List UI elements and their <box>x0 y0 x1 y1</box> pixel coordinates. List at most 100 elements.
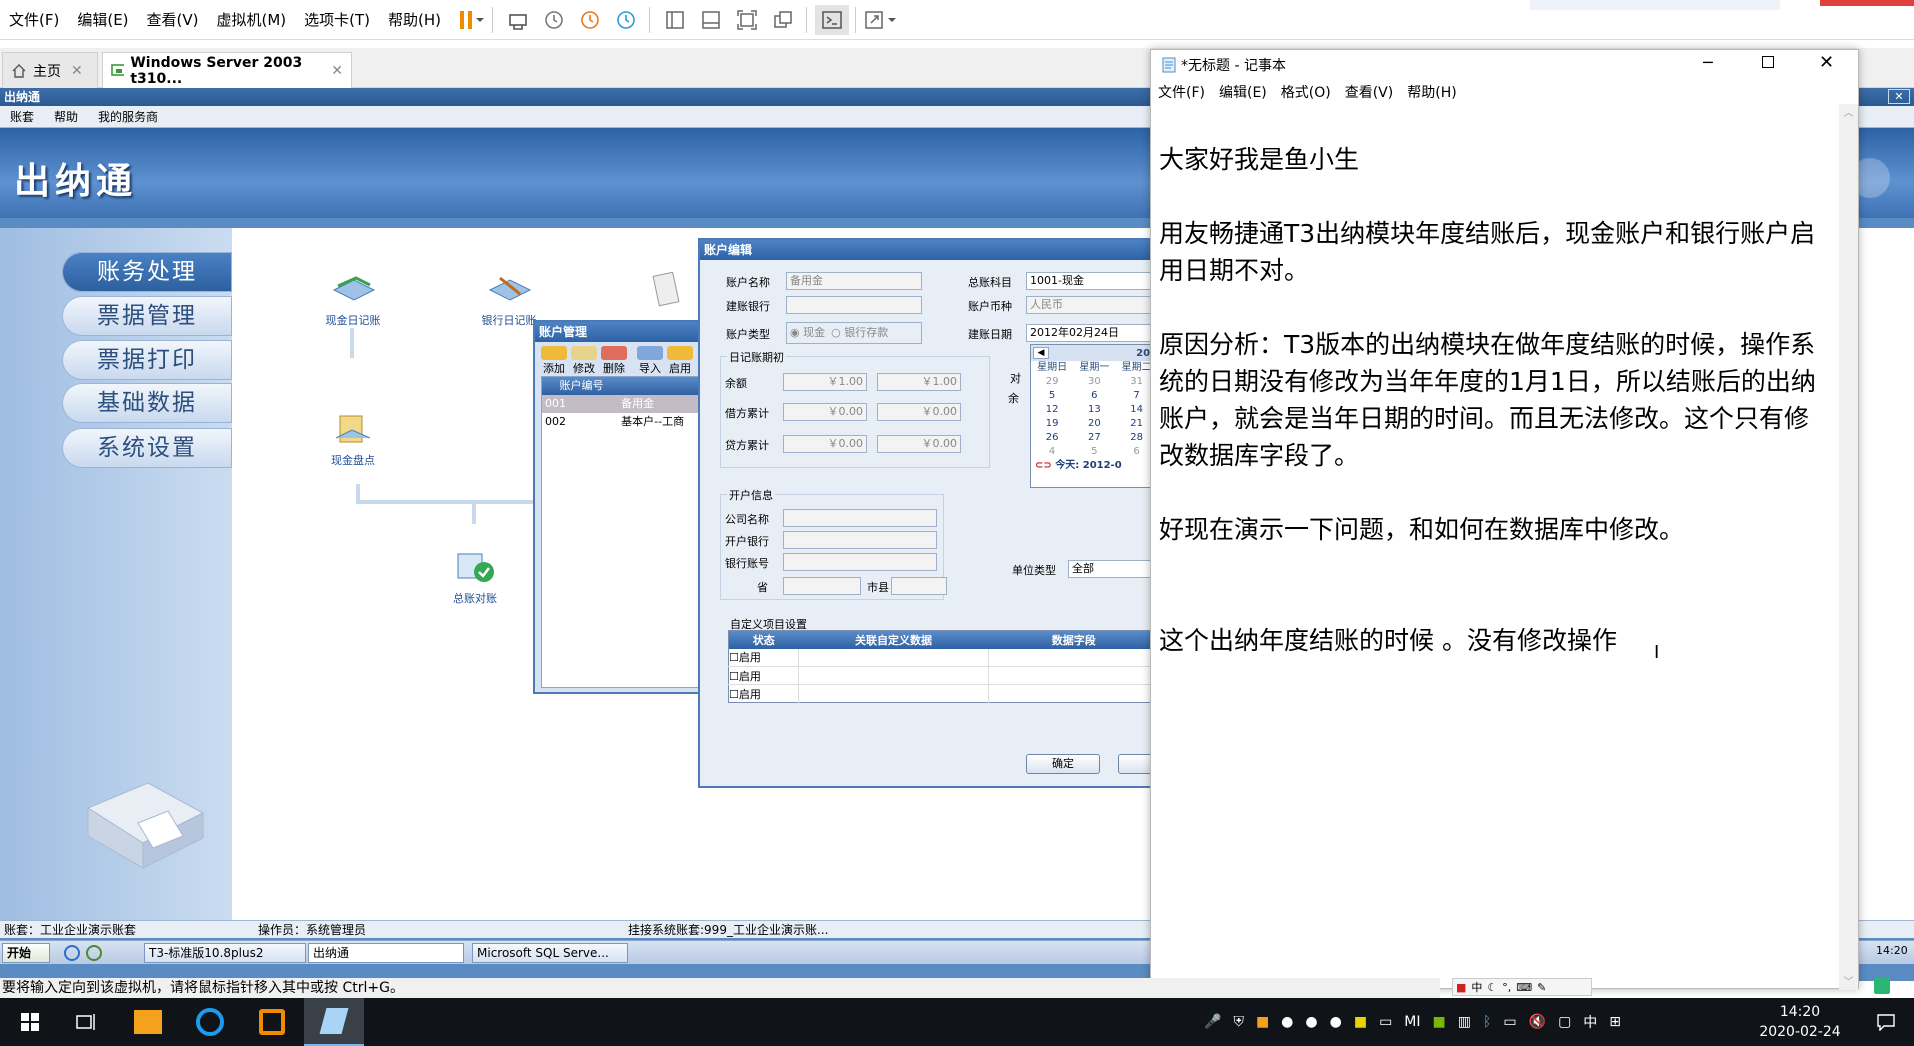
menu-item-provider[interactable]: 我的服务商 <box>88 108 168 125</box>
close-icon[interactable]: ✕ <box>331 63 343 79</box>
vm-client-icon[interactable] <box>242 998 302 1046</box>
cell-custom-data[interactable] <box>798 666 989 685</box>
enable-checkbox[interactable]: ☐启用 <box>729 667 799 685</box>
sidebar-toggle-icon[interactable] <box>658 5 692 35</box>
balance-field-2[interactable]: ￥1.00 <box>877 373 961 391</box>
city-field[interactable] <box>891 577 947 595</box>
notes-icon[interactable]: ■ <box>1354 1014 1367 1030</box>
enable-checkbox[interactable]: ☐启用 <box>729 685 799 703</box>
calendar-day[interactable]: 12 <box>1031 403 1073 417</box>
ime-switch-icon[interactable]: ⊞ <box>1609 1014 1621 1030</box>
send-ctrl-alt-del-icon[interactable] <box>501 5 535 35</box>
shield-icon[interactable]: ⛨ <box>1233 1014 1244 1030</box>
scroll-down-icon[interactable]: ﹀ <box>1839 973 1858 988</box>
delete-button[interactable]: 删除 <box>601 346 627 376</box>
pause-icon[interactable] <box>452 5 486 35</box>
edit-button[interactable]: 修改 <box>571 346 597 376</box>
menu-item-help[interactable]: 帮助 <box>44 108 88 125</box>
table-row[interactable]: ☐启用 <box>728 648 1160 667</box>
province-field[interactable] <box>783 577 861 595</box>
flow-reconcile[interactable]: 总账对账 <box>440 546 510 606</box>
radio-bank[interactable]: ○ 银行存款 <box>831 325 888 341</box>
windows-start-icon[interactable] <box>0 998 60 1046</box>
table-row[interactable]: 002 基本户--工商 <box>542 413 720 431</box>
notepad-taskbar-icon[interactable] <box>304 998 364 1046</box>
company-field[interactable] <box>783 509 937 527</box>
bank-field[interactable] <box>786 296 922 314</box>
calendar-day[interactable]: 27 <box>1073 431 1115 445</box>
menu-item-account-set[interactable]: 账套 <box>0 108 44 125</box>
calendar-day[interactable]: 26 <box>1031 431 1073 445</box>
mic-icon[interactable]: 🎤 <box>1204 1014 1221 1030</box>
app-close-icon[interactable]: ✕ <box>1888 89 1910 104</box>
enable-checkbox[interactable]: ☐启用 <box>729 649 799 667</box>
table-row[interactable]: ☐启用 <box>728 666 1160 685</box>
table-row[interactable]: 001 备用金 <box>542 395 720 413</box>
cell-data-field[interactable] <box>988 684 1160 703</box>
nvidia-icon[interactable]: ■ <box>1433 1014 1446 1030</box>
debit-field-2[interactable]: ￥0.00 <box>877 403 961 421</box>
table-row[interactable]: ☐启用 <box>729 684 1160 703</box>
bluetooth-icon[interactable]: ᛒ <box>1483 1014 1491 1030</box>
calendar-day[interactable]: 5 <box>1073 445 1115 459</box>
open-bank-field[interactable] <box>783 531 937 549</box>
close-icon[interactable]: ✕ <box>71 63 83 79</box>
menu-item-view[interactable]: 查看(V) <box>1338 82 1401 102</box>
menu-item-edit[interactable]: 编辑(E) <box>1212 82 1274 102</box>
sidebar-item-accounting[interactable]: 账务处理 <box>62 252 232 292</box>
snapshot-icon[interactable] <box>537 5 571 35</box>
balance-field-1[interactable]: ￥1.00 <box>783 373 867 391</box>
qq-icon[interactable]: ● <box>1305 1014 1317 1030</box>
cell-data-field[interactable] <box>988 648 1160 667</box>
vm-menu-view[interactable]: 查看(V) <box>138 9 208 30</box>
qq-icon[interactable]: ● <box>1281 1014 1293 1030</box>
battery-icon[interactable]: ▭ <box>1503 1014 1516 1030</box>
unity-icon[interactable] <box>766 5 800 35</box>
subject-field[interactable]: 1001-现金 <box>1026 272 1156 290</box>
console-view-icon[interactable] <box>815 4 850 35</box>
quick-launch-desktop-icon[interactable] <box>86 945 102 961</box>
mi-icon[interactable]: MI <box>1404 1014 1420 1030</box>
account-name-field[interactable]: 备用金 <box>786 272 922 290</box>
task-view-icon[interactable] <box>56 998 116 1046</box>
debit-field-1[interactable]: ￥0.00 <box>783 403 867 421</box>
scroll-up-icon[interactable]: ︿ <box>1839 104 1858 119</box>
add-button[interactable]: 添加 <box>541 346 567 376</box>
ime-toolbar[interactable]: ■ 中 ☾ °, ⌨ ✎ <box>1452 978 1592 996</box>
vm-menu-help[interactable]: 帮助(H) <box>379 9 450 30</box>
ime-tray-icon[interactable]: ▥ <box>1458 1014 1471 1030</box>
guest-task-sql[interactable]: Microsoft SQL Serve... <box>472 943 628 963</box>
calendar-day[interactable]: 13 <box>1073 403 1115 417</box>
qq-browser-icon[interactable] <box>180 998 240 1046</box>
calendar-day[interactable]: 4 <box>1031 445 1073 459</box>
tab-home[interactable]: 主页 ✕ <box>2 52 98 88</box>
maximize-icon[interactable] <box>1762 56 1774 68</box>
calendar-day[interactable]: 19 <box>1031 417 1073 431</box>
quick-launch-ie-icon[interactable] <box>64 945 80 961</box>
notepad-text-area[interactable]: 大家好我是鱼小生 用友畅捷通T3出纳模块年度结账后，现金账户和银行账户启用日期不… <box>1151 104 1839 989</box>
calendar-day[interactable]: 29 <box>1031 375 1073 389</box>
calendar-today[interactable]: ⊂⊃ 今天: 2012-0 <box>1031 459 1159 473</box>
snapshot-manager-icon[interactable] <box>609 5 643 35</box>
prev-month-icon[interactable]: ◀ <box>1033 347 1049 359</box>
cell-custom-data[interactable] <box>798 648 989 667</box>
calendar-day[interactable]: 6 <box>1073 389 1115 403</box>
credit-field-1[interactable]: ￥0.00 <box>783 435 867 453</box>
folder-icon[interactable]: ■ <box>1256 1014 1269 1030</box>
guest-start-button[interactable]: 开始 <box>2 943 50 963</box>
menu-item-help[interactable]: 帮助(H) <box>1400 82 1463 102</box>
minimize-icon[interactable]: ─ <box>1703 53 1713 72</box>
stretch-guest-icon[interactable] <box>864 5 898 35</box>
vm-menu-vm[interactable]: 虚拟机(M) <box>208 9 296 30</box>
date-picker-calendar[interactable]: ◀ 201 星期日 星期一 星期二 29 30 31 5 6 7 12 13 14 19 20 21 2… <box>1030 344 1160 488</box>
bank-no-field[interactable] <box>783 553 937 571</box>
sidebar-item-bill-print[interactable]: 票据打印 <box>62 340 232 380</box>
tab-vm[interactable]: Windows Server 2003 t310... ✕ <box>102 52 352 88</box>
guest-task-cnt[interactable]: 出纳通 <box>308 943 464 963</box>
calendar-day[interactable]: 5 <box>1031 389 1073 403</box>
menu-item-file[interactable]: 文件(F) <box>1151 82 1212 102</box>
vertical-scrollbar[interactable]: ︿ ﹀ <box>1839 104 1858 990</box>
flow-bank-journal[interactable]: 银行日记账 <box>474 268 544 328</box>
import-button[interactable]: 导入 <box>637 346 663 376</box>
sidebar-item-settings[interactable]: 系统设置 <box>62 428 232 468</box>
